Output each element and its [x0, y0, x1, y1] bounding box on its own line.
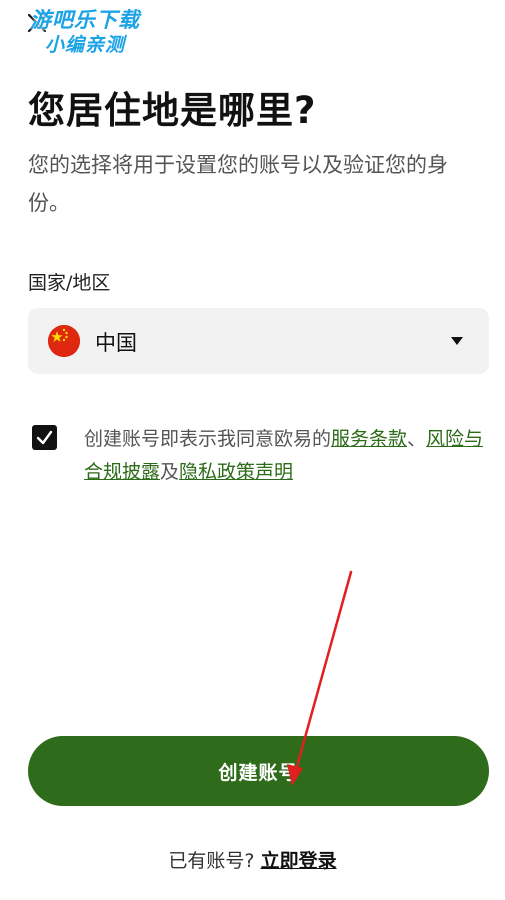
country-select[interactable]: 中国	[28, 308, 489, 374]
terms-text: 创建账号即表示我同意欧易的服务条款、风险与合规披露及隐私政策声明	[84, 423, 489, 489]
terms-of-service-link[interactable]: 服务条款	[331, 428, 407, 450]
terms-separator-1: 、	[407, 428, 427, 450]
watermark-line-1: 游吧乐下载	[30, 8, 140, 32]
login-prompt: 已有账号? 立即登录	[0, 846, 505, 873]
privacy-policy-link[interactable]: 隐私政策声明	[179, 461, 293, 483]
create-account-button[interactable]: 创建账号	[28, 736, 489, 806]
country-label: 国家/地区	[28, 272, 111, 294]
watermark-line-2: 小编亲测	[44, 34, 125, 56]
caret-down-icon	[451, 337, 463, 345]
page-subtitle: 您的选择将用于设置您的账号以及验证您的身份。	[28, 153, 448, 215]
have-account-text: 已有账号?	[168, 850, 255, 872]
login-link[interactable]: 立即登录	[261, 850, 337, 872]
terms-checkbox[interactable]	[32, 425, 57, 450]
country-select-value: 中国	[95, 331, 137, 355]
terms-separator-2: 及	[160, 461, 180, 483]
watermark: 游吧乐下载 小编亲测	[10, 8, 160, 58]
page-title: 您居住地是哪里?	[28, 89, 317, 132]
checkmark-icon	[36, 430, 53, 445]
china-flag-icon	[48, 325, 80, 357]
terms-prefix: 创建账号即表示我同意欧易的	[84, 428, 332, 450]
